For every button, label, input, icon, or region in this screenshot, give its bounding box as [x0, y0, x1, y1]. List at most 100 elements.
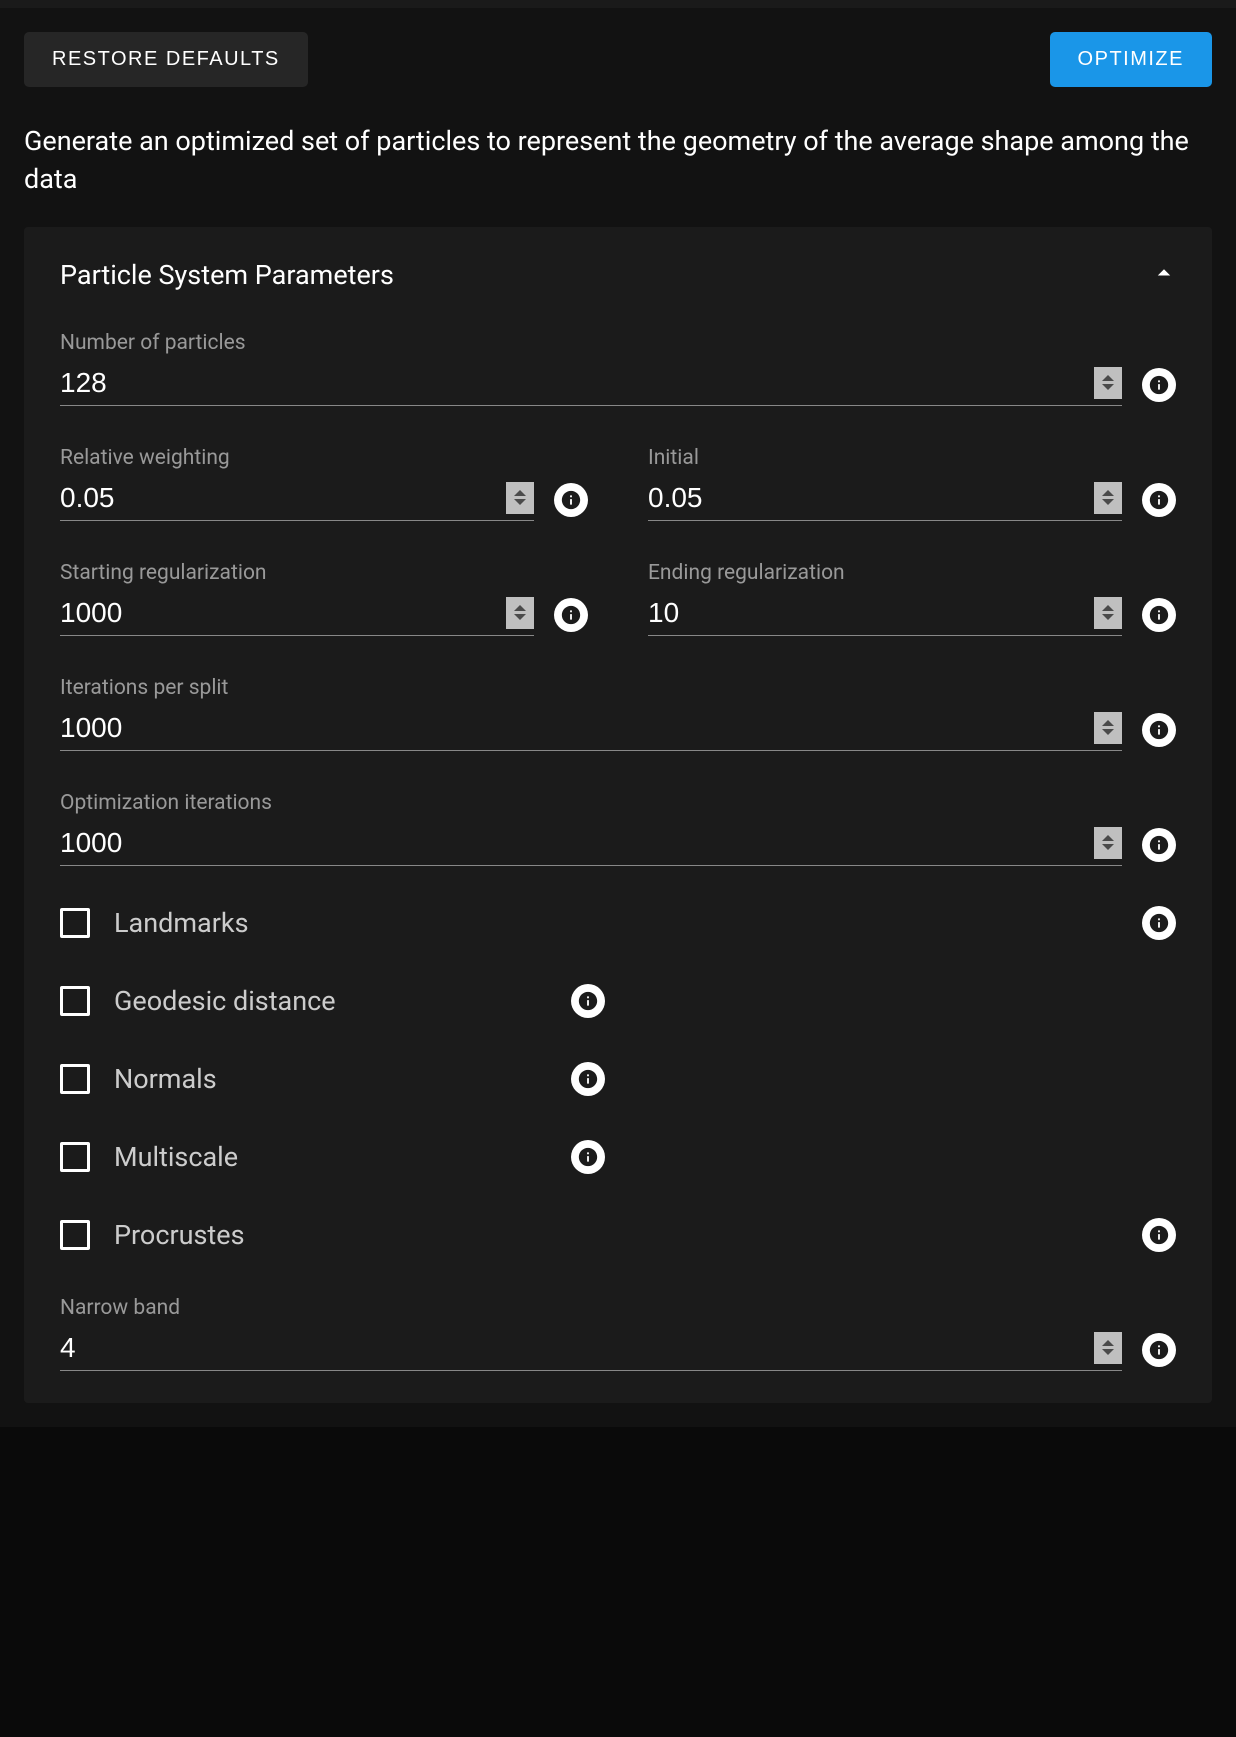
num-particles-input-wrapper: [60, 361, 1122, 406]
field-relative-weighting: Relative weighting: [60, 446, 534, 521]
relative-weighting-input[interactable]: [60, 476, 498, 520]
spinner-down-icon: [1102, 614, 1114, 620]
spinner-up-icon: [514, 605, 526, 611]
initial-spinner[interactable]: [1094, 482, 1122, 514]
info-icon[interactable]: [554, 483, 588, 517]
section-header[interactable]: Particle System Parameters: [60, 259, 1176, 291]
field-group-ending-reg: Ending regularization: [648, 561, 1176, 636]
spinner-up-icon: [1102, 835, 1114, 841]
field-group-starting-reg: Starting regularization: [60, 561, 588, 636]
main-container: Restore Defaults Optimize Generate an op…: [0, 0, 1236, 1427]
normals-checkbox[interactable]: [60, 1064, 90, 1094]
field-row-opt-iterations: Optimization iterations: [60, 791, 1176, 866]
relative-weighting-label: Relative weighting: [60, 446, 534, 470]
landmarks-checkbox[interactable]: [60, 908, 90, 938]
iter-per-split-label: Iterations per split: [60, 676, 1122, 700]
narrow-band-input-wrapper: [60, 1326, 1122, 1371]
field-opt-iterations: Optimization iterations: [60, 791, 1122, 866]
normals-label: Normals: [114, 1063, 217, 1095]
starting-reg-input-wrapper: [60, 591, 534, 636]
num-particles-input[interactable]: [60, 361, 1086, 405]
field-iter-per-split: Iterations per split: [60, 676, 1122, 751]
initial-input-wrapper: [648, 476, 1122, 521]
field-group-relative-weighting: Relative weighting: [60, 446, 588, 521]
multiscale-label: Multiscale: [114, 1141, 238, 1173]
spinner-down-icon: [1102, 384, 1114, 390]
top-bar: Restore Defaults Optimize: [24, 32, 1212, 87]
procrustes-checkbox[interactable]: [60, 1220, 90, 1250]
info-icon[interactable]: [571, 1062, 605, 1096]
spinner-down-icon: [1102, 1349, 1114, 1355]
spinner-down-icon: [1102, 729, 1114, 735]
spinner-down-icon: [514, 499, 526, 505]
spinner-up-icon: [1102, 1340, 1114, 1346]
num-particles-spinner[interactable]: [1094, 367, 1122, 399]
ending-reg-spinner[interactable]: [1094, 597, 1122, 629]
iter-per-split-spinner[interactable]: [1094, 712, 1122, 744]
checkbox-row-normals: Normals: [60, 1062, 1176, 1096]
field-num-particles: Number of particles: [60, 331, 1122, 406]
field-row-narrow-band: Narrow band: [60, 1296, 1176, 1371]
starting-reg-input[interactable]: [60, 591, 498, 635]
info-icon[interactable]: [1142, 828, 1176, 862]
field-group-initial: Initial: [648, 446, 1176, 521]
opt-iterations-spinner[interactable]: [1094, 827, 1122, 859]
iter-per-split-input[interactable]: [60, 706, 1086, 750]
starting-reg-label: Starting regularization: [60, 561, 534, 585]
info-icon[interactable]: [1142, 1218, 1176, 1252]
ending-reg-input[interactable]: [648, 591, 1086, 635]
narrow-band-spinner[interactable]: [1094, 1332, 1122, 1364]
opt-iterations-input[interactable]: [60, 821, 1086, 865]
checkbox-group-normals: Normals: [60, 1063, 551, 1095]
geodesic-label: Geodesic distance: [114, 985, 336, 1017]
field-row-regularization: Starting regularization Ending regular: [60, 561, 1176, 636]
checkbox-group-geodesic: Geodesic distance: [60, 985, 551, 1017]
spinner-up-icon: [1102, 375, 1114, 381]
restore-defaults-button[interactable]: Restore Defaults: [24, 32, 308, 87]
opt-iterations-input-wrapper: [60, 821, 1122, 866]
relative-weighting-input-wrapper: [60, 476, 534, 521]
relative-weighting-spinner[interactable]: [506, 482, 534, 514]
initial-label: Initial: [648, 446, 1122, 470]
parameters-panel: Particle System Parameters Number of par…: [24, 227, 1212, 1403]
field-narrow-band: Narrow band: [60, 1296, 1122, 1371]
multiscale-checkbox[interactable]: [60, 1142, 90, 1172]
narrow-band-label: Narrow band: [60, 1296, 1122, 1320]
ending-reg-input-wrapper: [648, 591, 1122, 636]
info-icon[interactable]: [1142, 598, 1176, 632]
spinner-down-icon: [1102, 844, 1114, 850]
narrow-band-input[interactable]: [60, 1326, 1086, 1370]
spinner-up-icon: [1102, 490, 1114, 496]
info-icon[interactable]: [1142, 906, 1176, 940]
checkbox-row-multiscale: Multiscale: [60, 1140, 1176, 1174]
spinner-down-icon: [1102, 499, 1114, 505]
field-row-weighting-initial: Relative weighting Initial: [60, 446, 1176, 521]
info-icon[interactable]: [571, 1140, 605, 1174]
field-row-num-particles: Number of particles: [60, 331, 1176, 406]
info-icon[interactable]: [1142, 368, 1176, 402]
info-icon[interactable]: [1142, 713, 1176, 747]
field-initial: Initial: [648, 446, 1122, 521]
field-ending-reg: Ending regularization: [648, 561, 1122, 636]
checkbox-group-procrustes: Procrustes: [60, 1219, 1122, 1251]
info-icon[interactable]: [554, 598, 588, 632]
checkbox-row-geodesic: Geodesic distance: [60, 984, 1176, 1018]
landmarks-label: Landmarks: [114, 907, 249, 939]
num-particles-label: Number of particles: [60, 331, 1122, 355]
spinner-down-icon: [514, 614, 526, 620]
description-text: Generate an optimized set of particles t…: [24, 123, 1212, 199]
opt-iterations-label: Optimization iterations: [60, 791, 1122, 815]
field-row-iter-per-split: Iterations per split: [60, 676, 1176, 751]
procrustes-label: Procrustes: [114, 1219, 245, 1251]
info-icon[interactable]: [1142, 483, 1176, 517]
info-icon[interactable]: [571, 984, 605, 1018]
geodesic-checkbox[interactable]: [60, 986, 90, 1016]
chevron-up-icon: [1152, 261, 1176, 289]
starting-reg-spinner[interactable]: [506, 597, 534, 629]
checkbox-row-landmarks: Landmarks: [60, 906, 1176, 940]
spinner-up-icon: [514, 490, 526, 496]
info-icon[interactable]: [1142, 1333, 1176, 1367]
spinner-up-icon: [1102, 605, 1114, 611]
optimize-button[interactable]: Optimize: [1050, 32, 1212, 87]
initial-input[interactable]: [648, 476, 1086, 520]
